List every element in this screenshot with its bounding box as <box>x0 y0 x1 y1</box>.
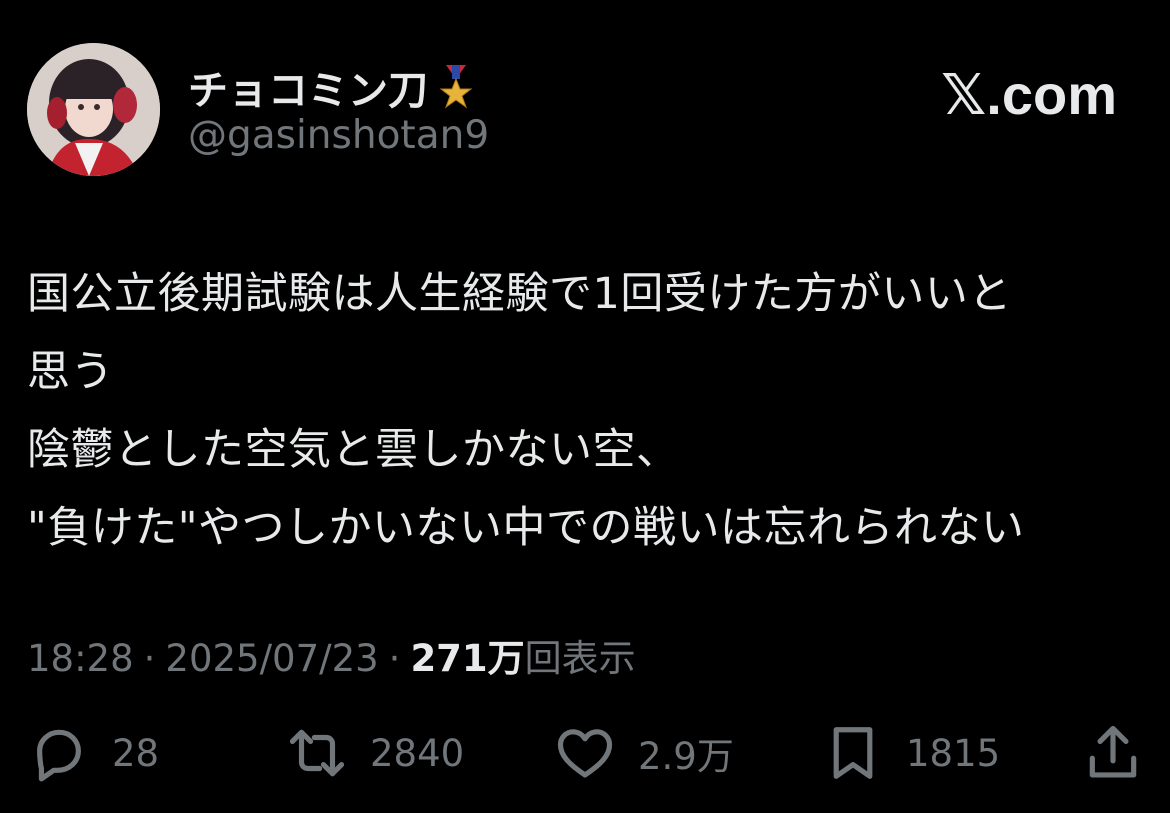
bookmark-count: 1815 <box>906 731 1001 775</box>
avatar-image <box>27 43 160 176</box>
reply-button[interactable]: 28 <box>28 715 159 791</box>
post-line: 国公立後期試験は人生経験で1回受けた方がいいと <box>27 269 1012 319</box>
meta-separator: · <box>143 637 156 680</box>
bookmark-icon <box>833 727 873 779</box>
views-label: 回表示 <box>524 637 636 680</box>
post-time[interactable]: 18:28 <box>27 637 134 680</box>
medal-icon <box>438 65 474 109</box>
post-line: 陰鬱とした空気と雲しかない空、 <box>27 425 680 475</box>
avatar[interactable] <box>27 43 160 176</box>
repost-count: 2840 <box>370 731 465 775</box>
reply-count: 28 <box>112 731 160 775</box>
meta-separator: · <box>388 637 401 680</box>
bookmark-button[interactable]: 1815 <box>822 715 1000 791</box>
repost-button[interactable]: 2840 <box>286 715 464 791</box>
brand-logo: 𝕏.com <box>941 63 1117 126</box>
action-bar: 28 2840 2.9万 1815 <box>0 715 1170 791</box>
share-button[interactable] <box>1082 715 1144 791</box>
post-meta: 18:28 · 2025/07/23 · 271万 回表示 <box>27 628 636 682</box>
share-icon <box>1089 725 1137 778</box>
post-date[interactable]: 2025/07/23 <box>165 637 378 680</box>
like-count: 2.9万 <box>638 735 734 778</box>
views-count[interactable]: 271万 <box>410 628 524 682</box>
post-text: 国公立後期試験は人生経験で1回受けた方がいいと 思う 陰鬱とした空気と雲しかない… <box>27 255 1147 567</box>
handle[interactable]: @gasinshotan9 <box>188 113 489 158</box>
display-name-row[interactable]: チョコミン刀 <box>188 58 474 116</box>
post-line: 思う <box>27 347 114 397</box>
repost-icon <box>289 729 345 777</box>
heart-icon <box>557 729 613 778</box>
post-line: "負けた"やつしかいない中での戦いは忘れられない <box>27 503 1025 553</box>
display-name[interactable]: チョコミン刀 <box>188 58 428 116</box>
like-button[interactable]: 2.9万 <box>554 715 734 791</box>
reply-icon <box>37 729 81 782</box>
post-card: チョコミン刀 @gasinshotan9 𝕏.com 国公立後期試験は人生経験で… <box>0 0 1170 813</box>
